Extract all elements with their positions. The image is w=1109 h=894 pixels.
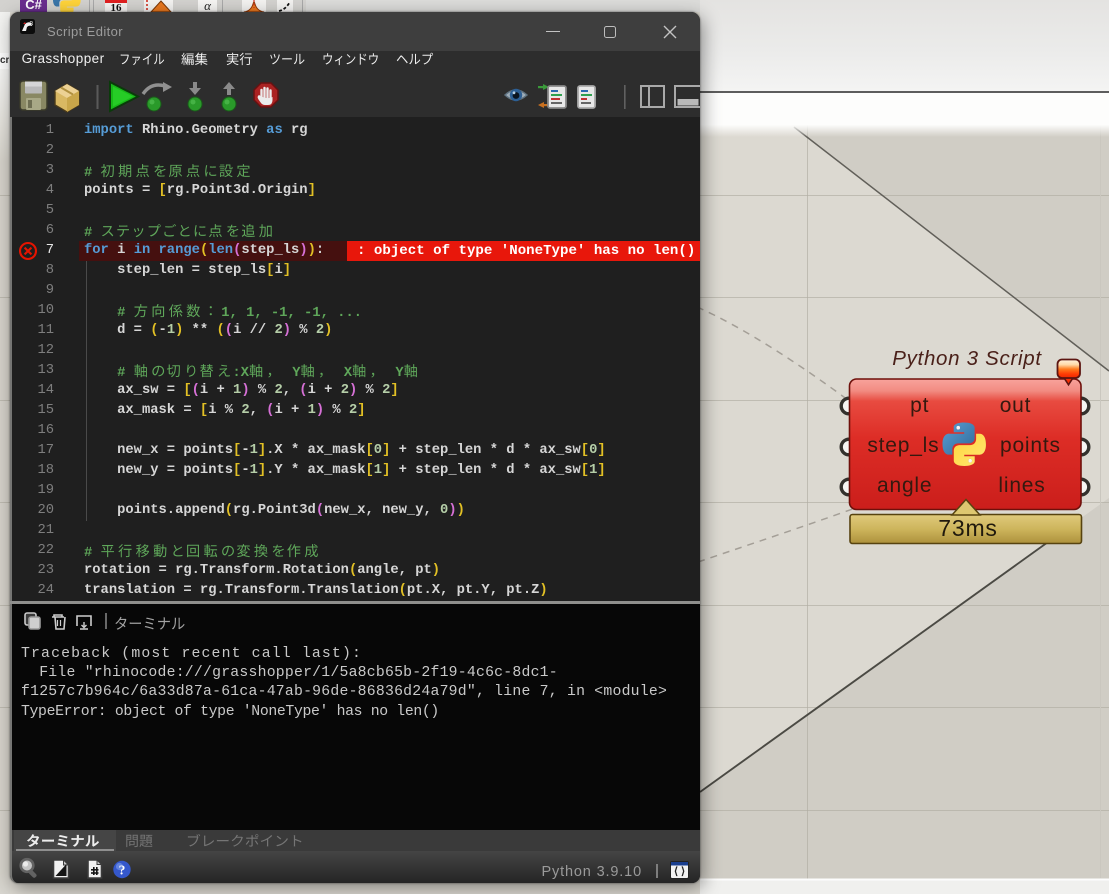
svg-text:⟨ ⟩: ⟨ ⟩ xyxy=(674,866,685,878)
svg-text:8: 8 xyxy=(29,20,33,27)
svg-text:?: ? xyxy=(119,862,126,877)
